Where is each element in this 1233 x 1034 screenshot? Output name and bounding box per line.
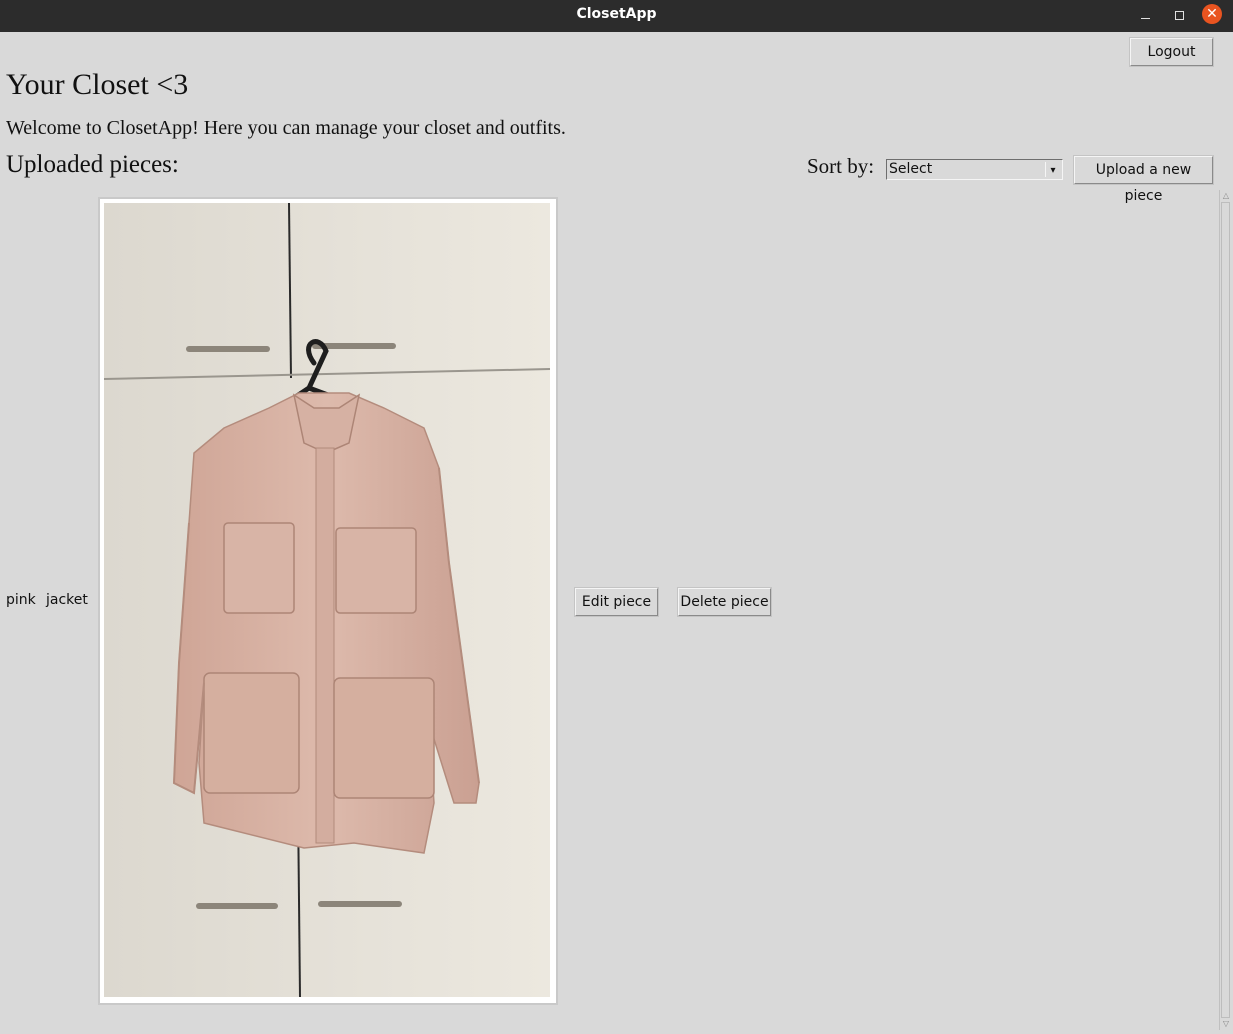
delete-piece-button[interactable]: Delete piece bbox=[678, 588, 771, 616]
piece-photo-frame bbox=[98, 197, 558, 1005]
chevron-down-icon[interactable]: ▾ bbox=[1045, 162, 1060, 177]
minimize-icon[interactable] bbox=[1134, 5, 1156, 27]
welcome-text: Welcome to ClosetApp! Here you can manag… bbox=[6, 117, 566, 139]
piece-color-label: pink bbox=[6, 592, 36, 608]
scroll-up-icon[interactable]: △ bbox=[1221, 191, 1231, 201]
sort-label: Sort by: bbox=[807, 154, 875, 178]
piece-type-label: jacket bbox=[46, 592, 88, 608]
section-title: Uploaded pieces: bbox=[6, 151, 179, 178]
jacket-photo-illustration bbox=[104, 203, 550, 997]
vertical-scrollbar[interactable]: △ ▽ bbox=[1219, 190, 1232, 1030]
page-title: Your Closet <3 bbox=[6, 68, 189, 101]
scroll-down-icon[interactable]: ▽ bbox=[1221, 1019, 1231, 1029]
close-icon[interactable]: ✕ bbox=[1202, 4, 1222, 24]
piece-photo bbox=[104, 203, 550, 997]
upload-piece-button[interactable]: Upload a new piece bbox=[1074, 156, 1213, 204]
logout-button[interactable]: Logout bbox=[1130, 38, 1213, 66]
title-bar: ClosetApp ✕ bbox=[0, 0, 1233, 32]
sort-select[interactable]: Select ▾ bbox=[886, 159, 1063, 180]
scrollbar-thumb[interactable] bbox=[1221, 202, 1230, 1018]
window-title: ClosetApp bbox=[576, 6, 657, 22]
edit-piece-button[interactable]: Edit piece bbox=[575, 588, 658, 616]
maximize-icon[interactable] bbox=[1168, 5, 1190, 27]
sort-selected-value: Select bbox=[889, 161, 933, 177]
